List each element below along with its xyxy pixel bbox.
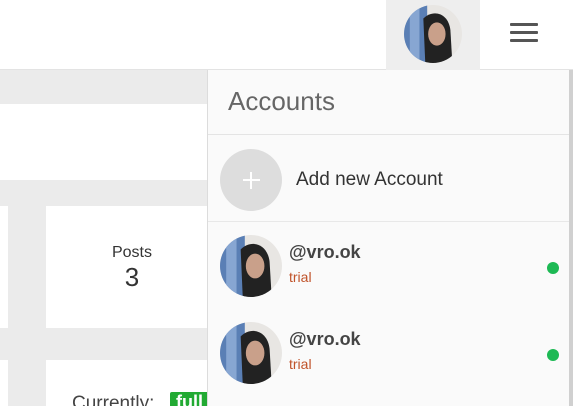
add-account-button[interactable]: Add new Account — [208, 135, 569, 222]
posts-count: 3 — [124, 262, 140, 292]
status-badge: full — [170, 392, 208, 406]
account-handle: @vro.ok — [289, 329, 361, 349]
account-plan: trial — [289, 356, 312, 372]
current-status-label: Currently: — [72, 393, 155, 406]
account-switcher-button[interactable] — [386, 0, 480, 70]
plus-icon — [220, 149, 282, 211]
content-band — [0, 104, 210, 180]
account-handle: @vro.ok — [289, 242, 361, 262]
online-status-dot — [547, 349, 559, 361]
top-bar — [0, 0, 573, 70]
accounts-header: Accounts — [208, 70, 569, 135]
account-avatar — [220, 322, 282, 384]
account-item[interactable]: @vro.ok trial — [208, 222, 569, 308]
account-plan: trial — [289, 269, 312, 285]
account-item[interactable]: @vro.ok trial — [208, 309, 569, 395]
accounts-title: Accounts — [228, 86, 335, 116]
online-status-dot — [547, 262, 559, 274]
hamburger-menu-icon[interactable] — [510, 22, 538, 44]
status-card: Currently: full — [46, 360, 208, 406]
accounts-dropdown: Accounts Add new Account @vro.ok trial @… — [207, 70, 569, 406]
account-avatar — [220, 235, 282, 297]
scrollbar[interactable] — [569, 70, 573, 406]
stat-card — [0, 360, 8, 406]
posts-card: Posts 3 — [46, 206, 208, 328]
stat-card — [0, 206, 8, 328]
posts-label: Posts — [111, 244, 152, 261]
add-account-label: Add new Account — [296, 169, 443, 190]
user-avatar — [404, 5, 462, 63]
